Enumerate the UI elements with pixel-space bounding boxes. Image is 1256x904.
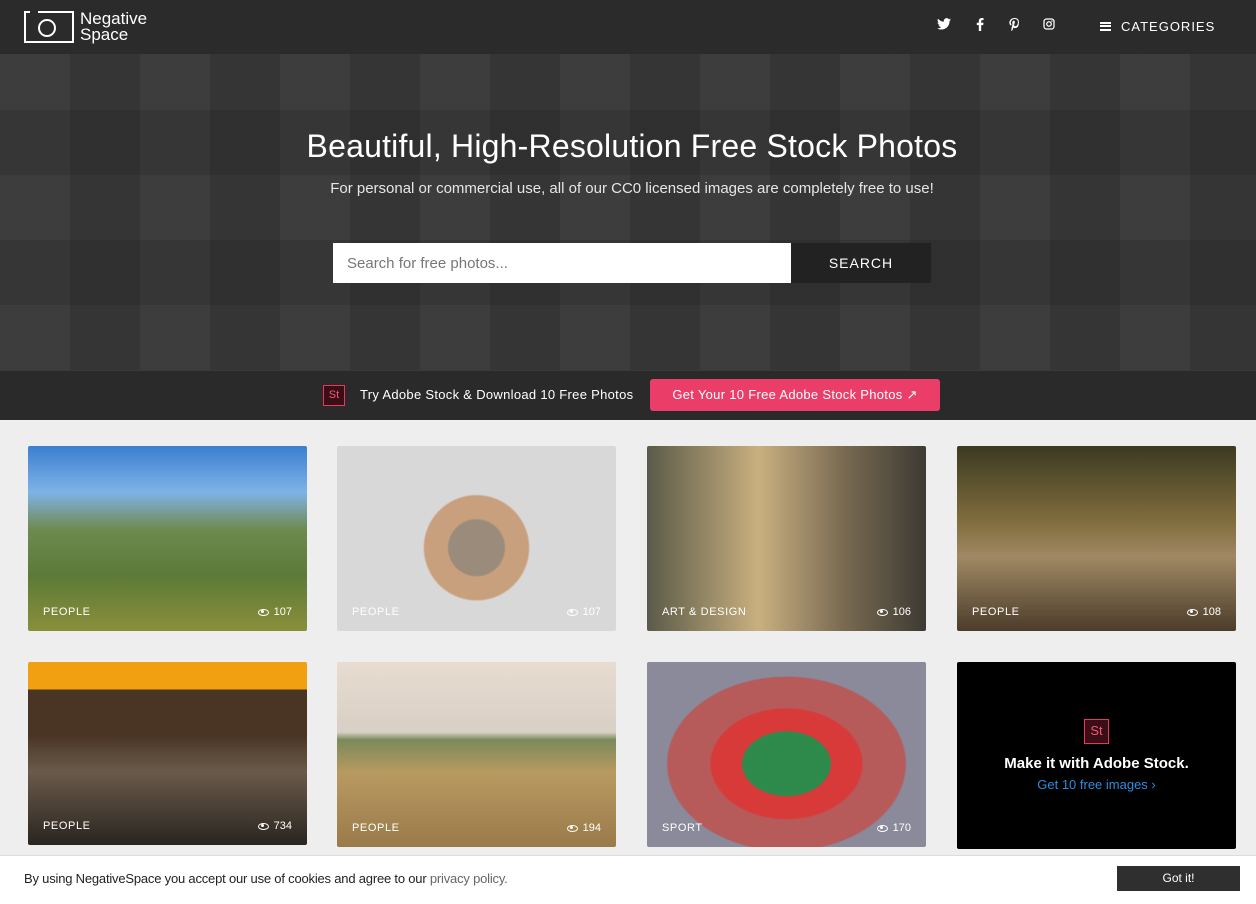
- photo-views: 107: [257, 606, 292, 618]
- cookie-message: By using NegativeSpace you accept our us…: [24, 871, 427, 886]
- eye-icon: [876, 608, 888, 616]
- photo-card[interactable]: PEOPLE 107: [28, 446, 307, 631]
- hero-subtitle: For personal or commercial use, all of o…: [330, 180, 934, 197]
- photo-card[interactable]: ART & DESIGN 106: [647, 446, 926, 631]
- categories-menu-button[interactable]: CATEGORIES: [1100, 16, 1215, 36]
- top-navigation-bar: Negative Space CATEGORIES: [0, 0, 1256, 54]
- eye-icon: [257, 822, 269, 830]
- hero-background: [0, 54, 1256, 370]
- photo-card[interactable]: PEOPLE 734: [28, 662, 307, 845]
- ad-link[interactable]: Get 10 free images ›: [957, 777, 1236, 792]
- cookie-text: By using NegativeSpace you accept our us…: [24, 871, 508, 886]
- photo-card[interactable]: PEOPLE 194: [337, 662, 616, 847]
- adobe-stock-promo-button[interactable]: Get Your 10 Free Adobe Stock Photos ↗: [650, 379, 940, 411]
- logo-line-2: Space: [80, 25, 129, 44]
- promo-text: Try Adobe Stock & Download 10 Free Photo…: [360, 387, 634, 402]
- photo-category[interactable]: SPORT: [662, 822, 703, 834]
- ad-title: Make it with Adobe Stock.: [1004, 755, 1189, 772]
- photo-views: 194: [566, 822, 601, 834]
- twitter-icon[interactable]: [936, 18, 952, 34]
- photo-views: 106: [876, 606, 911, 618]
- eye-icon: [876, 824, 888, 832]
- categories-label: CATEGORIES: [1121, 18, 1216, 34]
- adobe-stock-icon: St: [1084, 719, 1109, 744]
- facebook-icon[interactable]: [972, 18, 988, 34]
- hero-title: Beautiful, High-Resolution Free Stock Ph…: [306, 128, 958, 164]
- photo-views: 108: [1186, 606, 1221, 618]
- view-count: 734: [273, 820, 292, 832]
- photo-card[interactable]: SPORT 170: [647, 662, 926, 847]
- photo-category[interactable]: PEOPLE: [352, 822, 400, 834]
- adobe-stock-icon: St: [323, 385, 345, 406]
- photo-category[interactable]: PEOPLE: [43, 820, 91, 832]
- eye-icon: [257, 608, 269, 616]
- photo-category[interactable]: PEOPLE: [972, 606, 1020, 618]
- photo-category[interactable]: ART & DESIGN: [662, 606, 746, 618]
- instagram-icon[interactable]: [1041, 18, 1057, 34]
- view-count: 170: [892, 822, 911, 834]
- photo-category[interactable]: PEOPLE: [352, 606, 400, 618]
- camera-logo-icon: [24, 11, 74, 43]
- photo-category[interactable]: PEOPLE: [43, 606, 91, 618]
- site-logo[interactable]: Negative Space: [24, 9, 150, 45]
- search-input[interactable]: [333, 243, 791, 283]
- adobe-stock-ad-card[interactable]: St Make it with Adobe Stock. Get 10 free…: [957, 662, 1236, 849]
- eye-icon: [566, 608, 578, 616]
- search-button[interactable]: SEARCH: [791, 243, 931, 283]
- privacy-policy-link[interactable]: privacy policy.: [430, 871, 508, 886]
- photo-views: 734: [257, 820, 292, 832]
- photo-card[interactable]: PEOPLE 107: [337, 446, 616, 631]
- hero-section: Negative Space CATEGORIES Beautiful, Hig…: [0, 0, 1256, 420]
- view-count: 107: [582, 606, 601, 618]
- photo-views: 170: [876, 822, 911, 834]
- logo-text: Negative Space: [80, 10, 150, 44]
- photo-views: 107: [566, 606, 601, 618]
- view-count: 106: [892, 606, 911, 618]
- pinterest-icon[interactable]: [1006, 18, 1022, 34]
- view-count: 108: [1202, 606, 1221, 618]
- view-count: 107: [273, 606, 292, 618]
- view-count: 194: [582, 822, 601, 834]
- cookie-banner: By using NegativeSpace you accept our us…: [0, 855, 1256, 904]
- hamburger-icon: [1100, 21, 1111, 31]
- eye-icon: [566, 824, 578, 832]
- cookie-accept-button[interactable]: Got it!: [1117, 866, 1240, 891]
- eye-icon: [1186, 608, 1198, 616]
- photo-card[interactable]: PEOPLE 108: [957, 446, 1236, 631]
- adobe-stock-promo-bar: St Try Adobe Stock & Download 10 Free Ph…: [0, 370, 1256, 420]
